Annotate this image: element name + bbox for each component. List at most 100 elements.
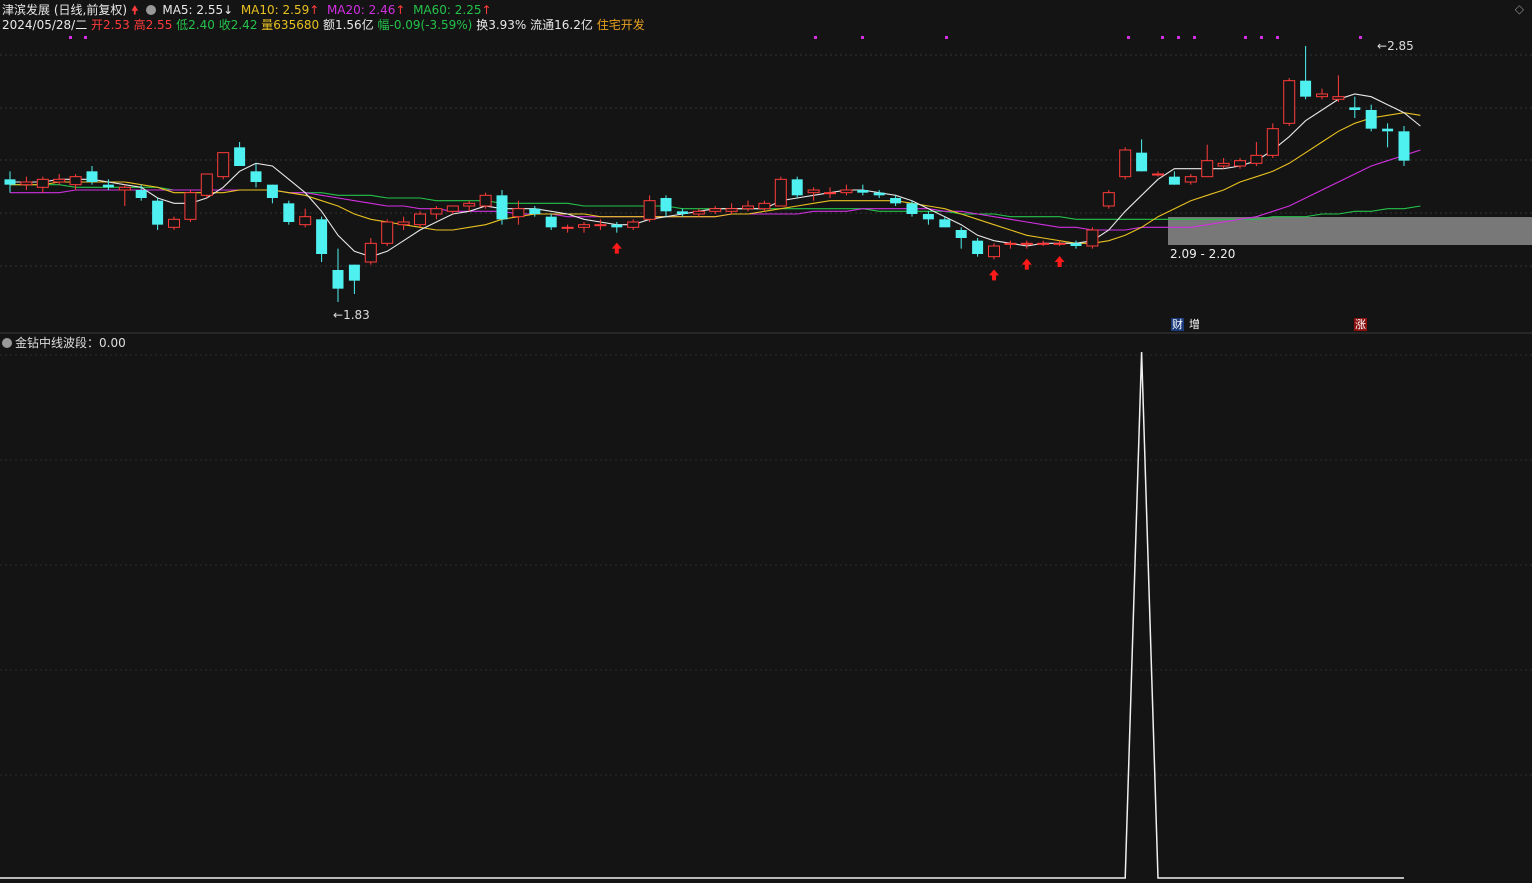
candle-body	[135, 190, 147, 198]
candle-body	[20, 181, 33, 186]
diamond-icon[interactable]: ◇	[1515, 2, 1524, 16]
candle-body	[824, 192, 836, 195]
settings-circle-icon[interactable]	[145, 5, 156, 15]
up-arrow-icon: ↑	[395, 3, 406, 17]
up-arrow-icon: ↑	[309, 3, 320, 17]
candle-body	[168, 218, 180, 228]
candle-body	[529, 208, 541, 214]
candle-body	[1201, 160, 1214, 178]
candle-body	[414, 213, 426, 226]
candle-body	[283, 203, 295, 222]
candle-body	[725, 208, 738, 212]
candle-body	[1004, 242, 1017, 245]
candle-body	[758, 202, 771, 210]
candle-body	[430, 208, 443, 215]
badge-zhang[interactable]: 涨	[1354, 318, 1367, 331]
candle-body	[512, 208, 525, 218]
candlesticks	[4, 46, 1410, 302]
candle-body	[200, 173, 213, 196]
candle-body	[152, 200, 164, 225]
chart-canvas	[0, 36, 1532, 879]
candle-body	[890, 198, 902, 204]
candle-body	[217, 152, 230, 178]
candle-body	[1250, 154, 1263, 164]
candle-body	[1283, 80, 1296, 124]
candle-body	[364, 242, 377, 263]
candle-body	[299, 216, 312, 226]
high-annotation: ←2.85	[1377, 39, 1414, 53]
candle-body	[1020, 242, 1033, 245]
period-label[interactable]: (日线,前复权)	[54, 3, 127, 17]
buy-arrow-icon	[1054, 256, 1065, 267]
candle-body	[53, 178, 66, 183]
low-price-label: 1.83	[343, 308, 370, 322]
candle-body	[1234, 160, 1246, 167]
change-label: 幅-0.09(-3.59%)	[377, 18, 473, 32]
indicator-label[interactable]: 金钻中线波段：0.00	[2, 334, 126, 351]
candle-body	[316, 219, 328, 254]
candle-body	[69, 176, 82, 186]
candle-body	[807, 189, 820, 194]
signal-dot	[1193, 36, 1196, 39]
badge-cai[interactable]: 财	[1171, 318, 1184, 331]
red-up-arrow-icon: 🠝	[130, 3, 139, 17]
buy-arrow-icon	[1021, 258, 1032, 270]
amount-label: 额1.56亿	[322, 18, 374, 32]
buy-arrow-icon	[611, 242, 622, 254]
candle-body	[184, 192, 197, 220]
badge-zeng[interactable]: 增	[1188, 318, 1201, 331]
candle-body	[906, 203, 918, 214]
indicator-settings-icon[interactable]	[2, 338, 12, 348]
signal-dot	[1276, 36, 1279, 39]
candle-body	[1102, 192, 1115, 207]
candle-body	[1070, 243, 1082, 246]
candle-body	[561, 226, 574, 229]
candle-body	[857, 190, 869, 193]
candle-body	[939, 219, 951, 228]
signal-dot	[69, 36, 72, 39]
ma5-label: MA5: 2.55	[162, 3, 224, 17]
volume-label: 量635680	[261, 18, 320, 32]
candle-body	[742, 205, 754, 210]
stock-name[interactable]: 津滨发展	[2, 3, 50, 17]
top-dots	[69, 36, 1362, 39]
turnover-label: 换3.93%	[476, 18, 527, 32]
candle-body	[118, 186, 131, 191]
candle-body	[1266, 128, 1279, 156]
indicator-line	[0, 351, 1404, 879]
candle-body	[381, 221, 394, 244]
grid-lines	[0, 54, 1532, 776]
signal-dot	[1127, 36, 1130, 39]
open-label: 开2.53	[91, 18, 130, 32]
ma20-label: MA20: 2.46	[326, 3, 396, 17]
candle-body	[1398, 131, 1410, 161]
signal-dot	[814, 36, 817, 39]
candle-body	[643, 200, 656, 220]
candle-body	[955, 230, 967, 238]
candle-body	[922, 214, 934, 220]
candle-body	[1365, 110, 1377, 129]
candle-body	[1332, 96, 1345, 100]
candle-body	[1136, 152, 1148, 172]
down-arrow-icon: ↓	[223, 3, 234, 17]
candle-body	[660, 198, 672, 212]
candle-body	[1037, 242, 1050, 245]
candle-body	[791, 179, 803, 196]
header-line-1: 津滨发展 (日线,前复权) 🠝 MA5: 2.55↓ MA10: 2.59↑ M…	[2, 1, 492, 17]
signal-dot	[1177, 36, 1180, 39]
candle-body	[463, 202, 476, 207]
range-label: 2.09 - 2.20	[1170, 247, 1236, 261]
candle-body	[594, 224, 607, 227]
close-label: 收2.42	[218, 18, 258, 32]
candle-body	[234, 147, 246, 166]
signal-dot	[1244, 36, 1247, 39]
candle-body	[397, 221, 410, 226]
sector-label[interactable]: 住宅开发	[597, 18, 645, 32]
ma60-label: MA60: 2.25	[413, 3, 482, 17]
price-range-band	[1168, 217, 1532, 245]
indicator-series	[0, 351, 1404, 879]
candle-body	[840, 189, 853, 194]
signal-dot	[861, 36, 864, 39]
candle-body	[627, 221, 640, 228]
candle-body	[545, 216, 557, 228]
